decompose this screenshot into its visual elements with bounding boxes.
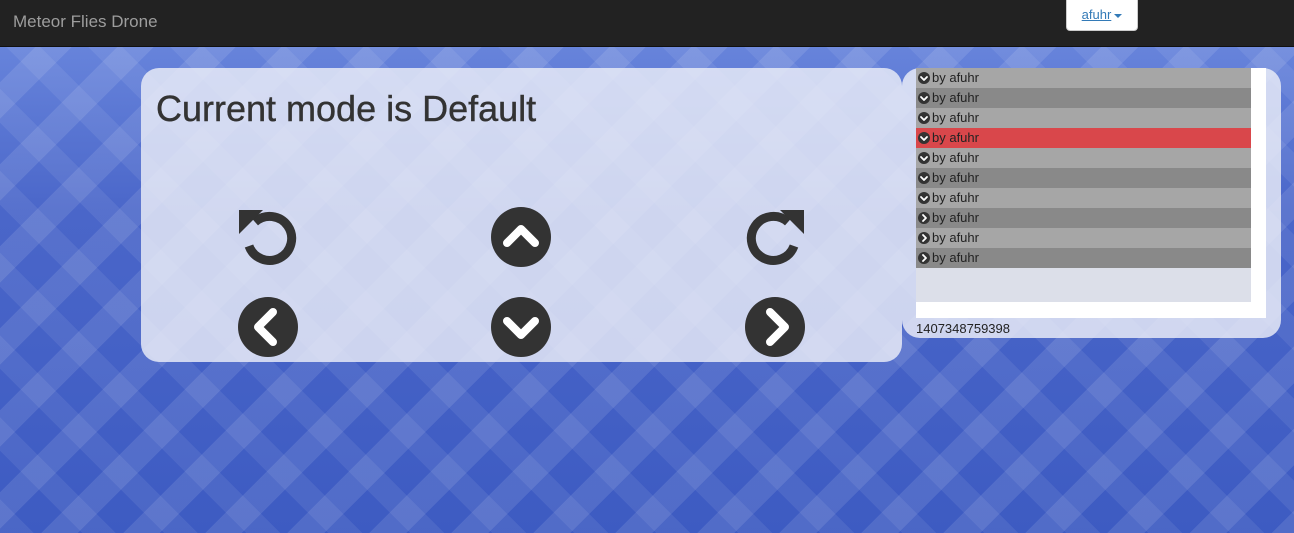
chevron-left-circle-icon bbox=[238, 297, 298, 357]
history-item-label: by afuhr bbox=[932, 190, 979, 205]
forward-button[interactable] bbox=[490, 206, 552, 268]
history-item[interactable]: by afuhr bbox=[916, 168, 1251, 188]
history-item-label: by afuhr bbox=[932, 130, 979, 145]
scrollbar[interactable] bbox=[1251, 68, 1266, 318]
chevron-down-circle-icon bbox=[918, 172, 930, 184]
history-item[interactable]: by afuhr bbox=[916, 88, 1251, 108]
chevron-down-circle-icon bbox=[918, 92, 930, 104]
rotate-right-button[interactable] bbox=[744, 206, 806, 268]
chevron-down-circle-icon bbox=[918, 132, 930, 144]
chevron-down-circle-icon bbox=[918, 152, 930, 164]
command-history-list[interactable]: by afuhr by afuhr by afuhr by afuhr by afuhr… bbox=[916, 68, 1266, 318]
chevron-up-circle-icon bbox=[491, 207, 551, 267]
command-history-panel: by afuhr by afuhr by afuhr by afuhr by afuhr… bbox=[902, 68, 1281, 338]
history-item[interactable]: by afuhr bbox=[916, 248, 1251, 268]
history-item[interactable]: by afuhr bbox=[916, 108, 1251, 128]
caret-down-icon bbox=[1114, 13, 1123, 18]
history-list-inner: by afuhr by afuhr by afuhr by afuhr by afuhr… bbox=[916, 68, 1251, 302]
history-item-label: by afuhr bbox=[932, 90, 979, 105]
history-item-label: by afuhr bbox=[932, 170, 979, 185]
timestamp: 1407348759398 bbox=[916, 321, 1010, 336]
chevron-down-circle-icon bbox=[918, 192, 930, 204]
history-item-label: by afuhr bbox=[932, 230, 979, 245]
mode-title: Current mode is Default bbox=[156, 88, 537, 129]
history-item[interactable]: by afuhr bbox=[916, 188, 1251, 208]
backward-button[interactable] bbox=[490, 296, 552, 358]
history-item-label: by afuhr bbox=[932, 150, 979, 165]
history-item[interactable]: by afuhr bbox=[916, 228, 1251, 248]
rotate-ccw-icon bbox=[239, 210, 297, 265]
chevron-right-circle-icon bbox=[745, 297, 805, 357]
control-panel: Current mode is Default bbox=[141, 68, 902, 362]
history-item-label: by afuhr bbox=[932, 110, 979, 125]
chevron-right-circle-icon bbox=[918, 212, 930, 224]
rotate-cw-icon bbox=[746, 210, 804, 265]
left-button[interactable] bbox=[237, 296, 299, 358]
chevron-right-circle-icon bbox=[918, 232, 930, 244]
history-item-label: by afuhr bbox=[932, 250, 979, 265]
user-menu-dropdown[interactable]: afuhr bbox=[1066, 0, 1138, 31]
history-item[interactable]: by afuhr bbox=[916, 68, 1251, 88]
top-navbar: Meteor Flies Drone afuhr bbox=[0, 0, 1294, 47]
history-item-label: by afuhr bbox=[932, 210, 979, 225]
chevron-right-circle-icon bbox=[918, 252, 930, 264]
chevron-down-circle-icon bbox=[491, 297, 551, 357]
history-item-label: by afuhr bbox=[932, 70, 979, 85]
right-button[interactable] bbox=[744, 296, 806, 358]
rotate-left-button[interactable] bbox=[237, 206, 299, 268]
app-brand[interactable]: Meteor Flies Drone bbox=[13, 12, 158, 32]
history-item[interactable]: by afuhr bbox=[916, 148, 1251, 168]
history-item[interactable]: by afuhr bbox=[916, 128, 1251, 148]
chevron-down-circle-icon bbox=[918, 72, 930, 84]
history-item[interactable]: by afuhr bbox=[916, 208, 1251, 228]
chevron-down-circle-icon bbox=[918, 112, 930, 124]
user-name-link[interactable]: afuhr bbox=[1082, 7, 1112, 22]
